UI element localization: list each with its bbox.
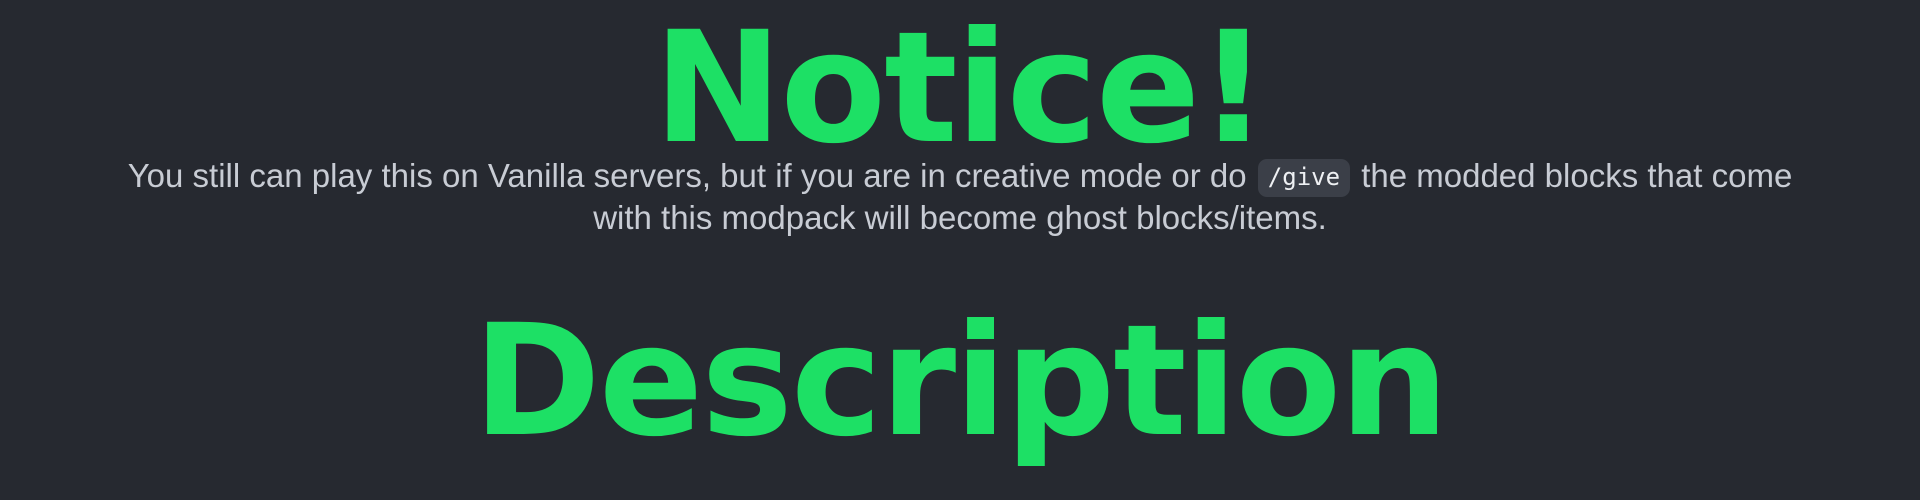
notice-heading: Notice! [653,0,1268,178]
notice-text-before-code: You still can play this on Vanilla serve… [127,157,1256,194]
notice-text-after-code: the modded blocks that come [1352,157,1793,194]
notice-line-1: You still can play this on Vanilla serve… [0,155,1920,197]
notice-paragraph: You still can play this on Vanilla serve… [0,155,1920,239]
description-heading: Description [472,292,1449,471]
notice-line-2: with this modpack will become ghost bloc… [593,199,1327,236]
give-command-code: /give [1257,159,1351,197]
modpack-page: Notice! You still can play this on Vanil… [0,0,1920,500]
